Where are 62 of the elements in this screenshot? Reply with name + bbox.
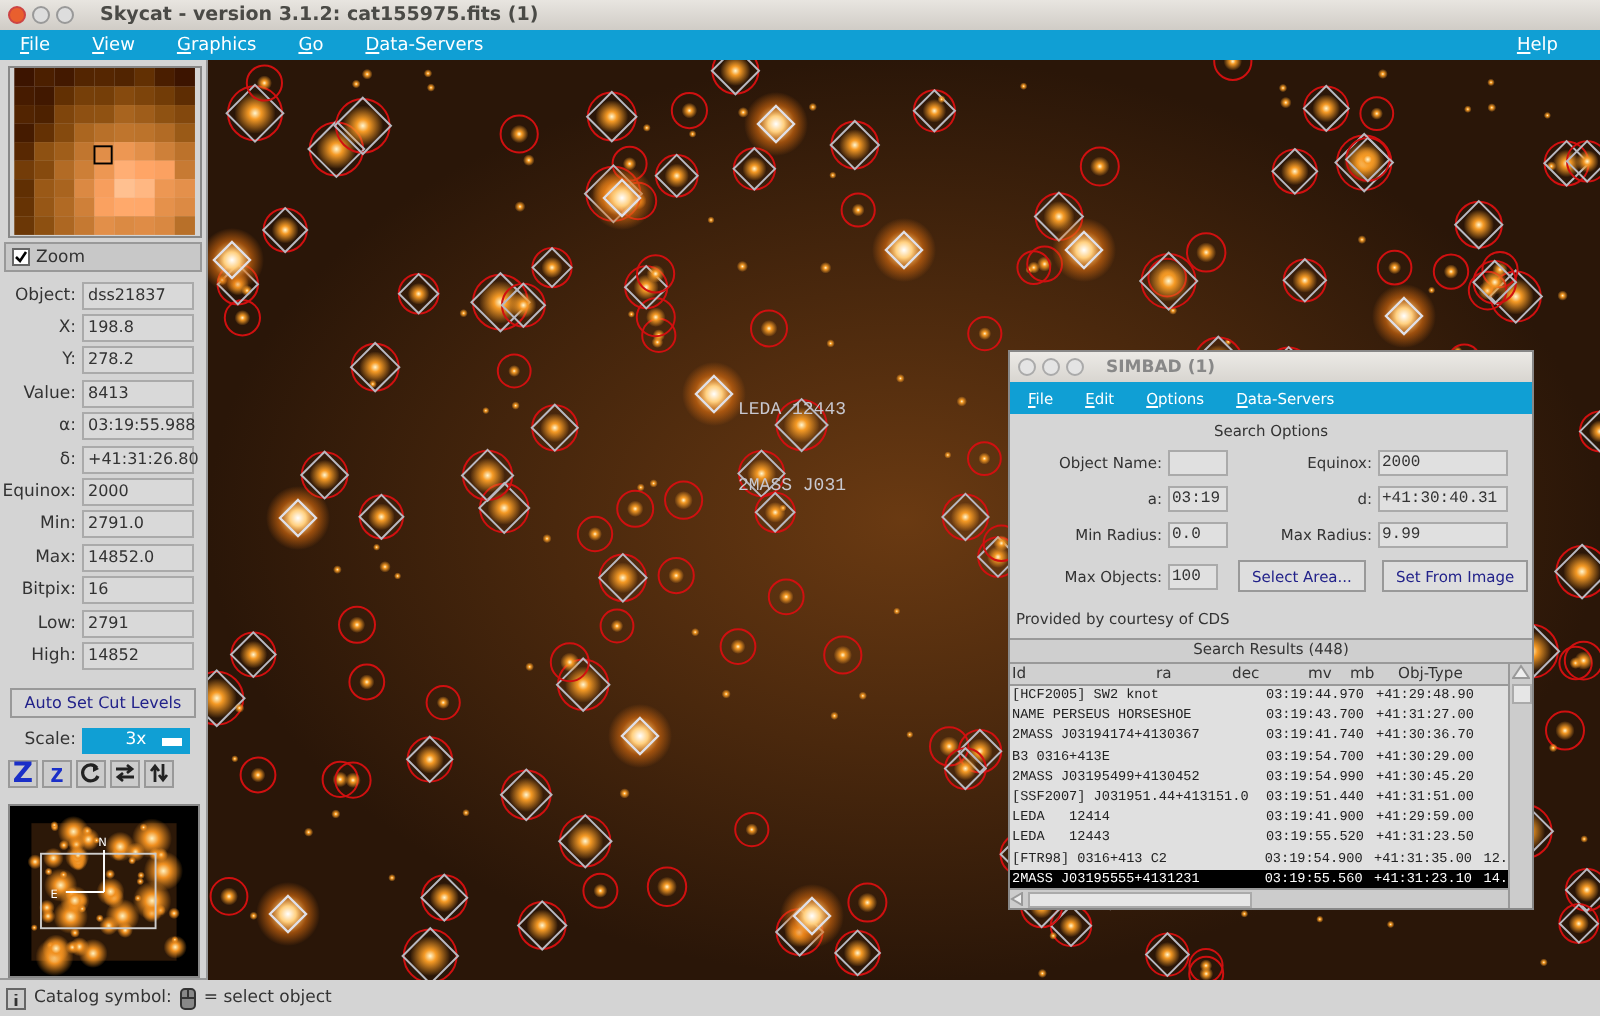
value-field: 16	[82, 576, 194, 605]
scale-label: Scale:	[22, 730, 78, 751]
vertical-scrollbar[interactable]	[1508, 664, 1532, 908]
value-field: 2791.0	[82, 510, 194, 539]
maximize-icon[interactable]	[56, 6, 74, 24]
minimize-icon[interactable]	[32, 6, 50, 24]
window-title: Skycat - version 3.1.2: cat155975.fits (1)	[100, 4, 539, 26]
auto-set-cut-levels-button[interactable]: Auto Set Cut Levels	[10, 688, 196, 718]
horizontal-scrollbar[interactable]	[1010, 888, 1508, 908]
flip-x-button[interactable]	[110, 759, 140, 788]
field-label: α:	[57, 416, 78, 437]
input-field[interactable]: 0.0	[1168, 522, 1228, 548]
value-field: 198.8	[82, 314, 194, 343]
value-field: 14852	[82, 642, 194, 671]
field-label: Max:	[33, 547, 78, 568]
input-field[interactable]: 9.99	[1378, 522, 1508, 548]
value-field: 2791	[82, 609, 194, 638]
field-label: Value:	[21, 383, 78, 404]
value-field: dss21837	[82, 281, 194, 310]
status-hint: = select object	[203, 988, 332, 1008]
close-icon[interactable]	[8, 6, 26, 24]
mouse-icon	[179, 987, 196, 1009]
zoom-label: Zoom	[36, 247, 86, 268]
status-text: Catalog symbol:	[34, 988, 172, 1008]
minimize-icon[interactable]	[1042, 358, 1060, 376]
field-label: Low:	[35, 613, 78, 634]
zoom-checkbox[interactable]	[12, 248, 30, 267]
up-arrow-icon[interactable]	[1512, 664, 1530, 680]
input-field[interactable]: +41:30:40.31	[1378, 486, 1508, 512]
zoom-in-button[interactable]: Z	[8, 759, 38, 788]
field-label: Equinox:	[0, 482, 78, 503]
field-label: δ:	[57, 449, 78, 470]
input-field[interactable]: 100	[1168, 563, 1218, 589]
input-field[interactable]	[1168, 450, 1228, 476]
horizontal-arrows-icon	[114, 762, 136, 785]
input-field[interactable]: 2000	[1378, 450, 1508, 476]
value-field: 2000	[82, 478, 194, 507]
field-label: High:	[29, 646, 78, 667]
zoom-toggle[interactable]: Zoom	[4, 242, 202, 273]
value-field: 03:19:55.988	[82, 412, 194, 441]
field-label: X:	[56, 318, 78, 339]
field-label: Min:	[38, 514, 78, 535]
zoom-out-button[interactable]: z	[42, 759, 72, 788]
input-field[interactable]: 03:19	[1168, 486, 1228, 512]
maximize-icon[interactable]	[1066, 358, 1084, 376]
field-label: Y:	[60, 350, 78, 371]
vertical-arrows-icon	[148, 762, 170, 785]
scrollbar-thumb[interactable]	[1028, 891, 1252, 907]
scrollbar-thumb[interactable]	[1511, 684, 1531, 704]
value-field: 8413	[82, 379, 194, 408]
flip-y-button[interactable]	[144, 759, 174, 788]
value-field: +41:31:26.80	[82, 445, 194, 474]
left-arrow-icon[interactable]	[1010, 892, 1024, 906]
rotate-button[interactable]	[76, 759, 106, 788]
value-field: 278.2	[82, 346, 194, 375]
info-icon	[6, 987, 26, 1009]
value-field: 14852.0	[82, 543, 194, 572]
rotate-icon	[80, 762, 102, 785]
close-icon[interactable]	[1018, 358, 1036, 376]
field-label: Object:	[12, 285, 78, 306]
dialog-title: SIMBAD (1)	[1106, 357, 1215, 377]
field-label: Bitpix:	[19, 580, 78, 601]
